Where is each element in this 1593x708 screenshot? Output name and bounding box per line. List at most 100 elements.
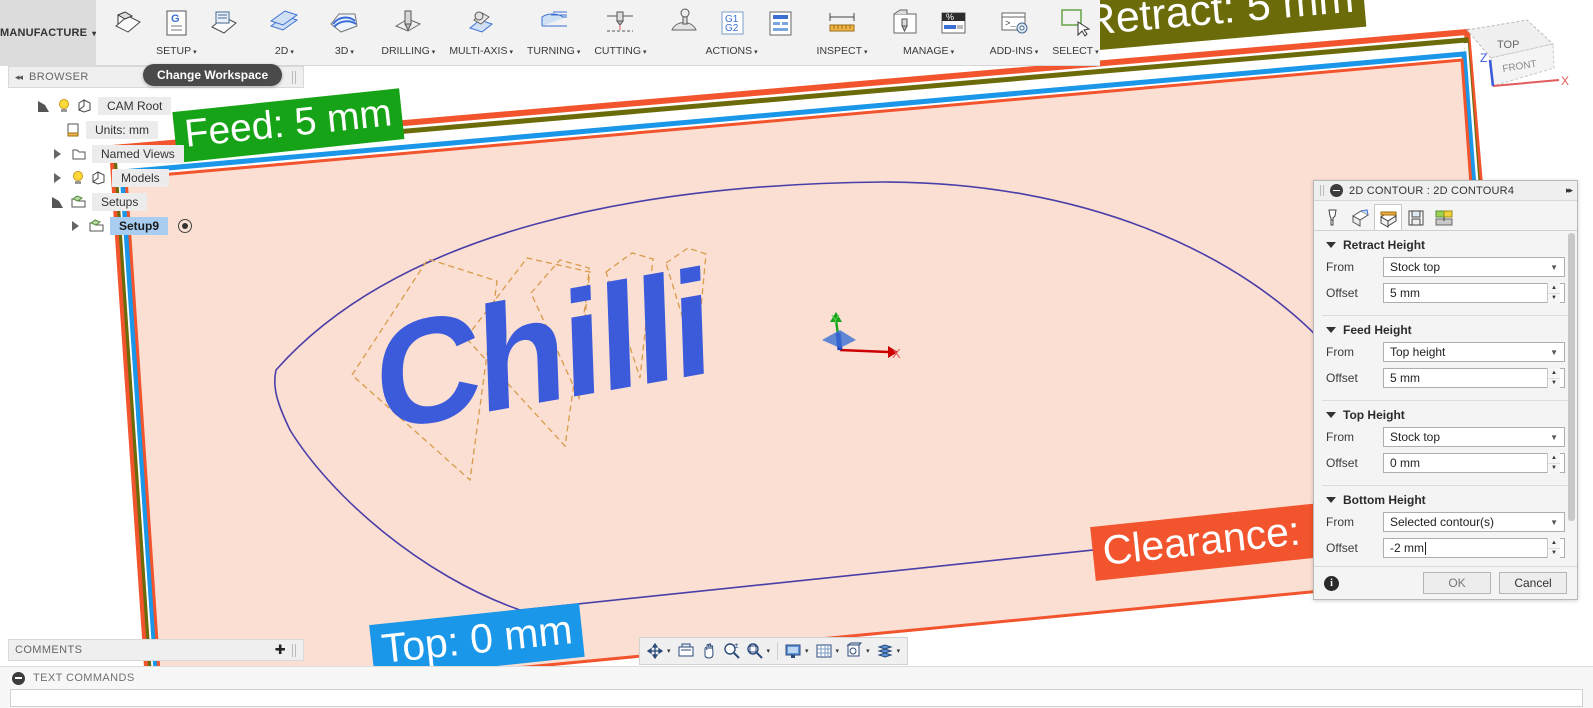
info-icon[interactable]: i (1324, 575, 1339, 591)
tool-library-icon[interactable] (882, 2, 928, 44)
expander-open-icon[interactable] (34, 97, 52, 115)
zoom-window-icon[interactable] (744, 639, 766, 663)
tree-item-setup9[interactable]: Setup9 (12, 214, 304, 238)
ribbon-group-label-3d[interactable]: 3D ▾ (335, 45, 354, 57)
generate-nc-code-icon[interactable]: G (153, 2, 199, 44)
turning-icon[interactable] (531, 2, 577, 44)
chevron-down-icon[interactable]: ▾ (805, 647, 809, 655)
setup-sheet-list-icon[interactable] (757, 2, 803, 44)
ribbon-group-label-turning[interactable]: TURNING ▾ (527, 45, 580, 57)
display-settings-icon[interactable] (782, 639, 804, 663)
tree-item-setups[interactable]: Setups (12, 190, 304, 214)
scripts-addins-icon[interactable]: >_ (991, 2, 1037, 44)
measure-ruler-icon[interactable] (819, 2, 865, 44)
chevron-down-icon[interactable]: ▾ (667, 647, 671, 655)
retract-offset-input[interactable]: 5 mm ▲ ▼ (1383, 283, 1565, 303)
ribbon-group-label-actions[interactable]: ACTIONS ▾ (705, 45, 757, 57)
cancel-button[interactable]: Cancel (1499, 572, 1567, 594)
comments-panel[interactable]: COMMENTS ✚ (8, 639, 304, 661)
workspace-switcher-button[interactable]: MANUFACTURE ▾ (0, 0, 97, 66)
feed-from-select[interactable]: Top height ▼ (1383, 342, 1565, 362)
chevron-down-icon: ▾ (576, 49, 581, 56)
section-header[interactable]: Top Height (1326, 408, 1565, 422)
chevron-down-icon[interactable]: ▾ (767, 647, 771, 655)
machining-time-icon[interactable]: % (930, 2, 976, 44)
post-process-icon[interactable]: G1 G2 (709, 2, 755, 44)
look-at-icon[interactable] (675, 639, 697, 663)
tree-item-named-views[interactable]: Named Views (12, 142, 304, 166)
chevron-down-icon[interactable]: ▾ (866, 647, 870, 655)
chevron-down-icon[interactable]: ▾ (897, 647, 901, 655)
browser-layout-icon[interactable] (874, 639, 896, 663)
dialog-title-bar[interactable]: 2D CONTOUR : 2D CONTOUR4 ▸▸ (1314, 181, 1577, 201)
top-from-select[interactable]: Stock top ▼ (1383, 427, 1565, 447)
linking-tab[interactable] (1430, 204, 1458, 230)
stepper-spinner[interactable]: ▲ ▼ (1547, 368, 1560, 388)
svg-text:X: X (892, 346, 901, 361)
collapse-left-icon[interactable]: ◂◂ (15, 72, 23, 83)
viewports-icon[interactable] (843, 639, 865, 663)
dialog-grip[interactable] (1320, 185, 1324, 196)
active-setup-radio[interactable] (178, 219, 193, 233)
simulate-icon[interactable] (661, 2, 707, 44)
new-setup-icon[interactable] (105, 2, 151, 44)
grid-snaps-icon[interactable] (813, 639, 835, 663)
tree-item-cam-root[interactable]: CAM Root (12, 94, 304, 118)
text-commands-input[interactable] (10, 689, 1583, 707)
tree-item-units[interactable]: Units: mm (12, 118, 304, 142)
geometry-tab[interactable] (1346, 204, 1374, 230)
add-comment-icon[interactable]: ✚ (275, 642, 286, 658)
ribbon-group-label-add-ins[interactable]: ADD-INS ▾ (990, 45, 1039, 57)
expander-open-icon[interactable] (48, 193, 66, 211)
section-header[interactable]: Bottom Height (1326, 493, 1565, 507)
expander-closed-icon[interactable] (48, 169, 66, 187)
ok-button[interactable]: OK (1423, 572, 1491, 594)
bottom-from-select[interactable]: Selected contour(s) ▼ (1383, 512, 1565, 532)
light-bulb-icon[interactable] (70, 170, 86, 186)
bottom-offset-input[interactable]: -2 mm ▲ ▼ (1383, 538, 1565, 558)
pan-hand-icon[interactable] (698, 639, 720, 663)
stepper-spinner[interactable]: ▲ ▼ (1547, 538, 1560, 558)
dialog-collapse-icon[interactable] (1330, 184, 1343, 197)
ribbon-group-label-manage[interactable]: MANAGE ▾ (903, 45, 954, 57)
stepper-spinner[interactable]: ▲ ▼ (1547, 453, 1560, 473)
dialog-expand-icon[interactable]: ▸▸ (1566, 185, 1573, 196)
setup-sheet-icon[interactable] (201, 2, 247, 44)
view-cube[interactable]: TOP FRONT X Z (1441, 8, 1581, 113)
zoom-icon[interactable]: ± (721, 639, 743, 663)
tree-item-models[interactable]: Models (12, 166, 304, 190)
drilling-icon[interactable] (385, 2, 431, 44)
ribbon-group-label-drilling[interactable]: DRILLING ▾ (381, 45, 435, 57)
feed-offset-input[interactable]: 5 mm ▲ ▼ (1383, 368, 1565, 388)
panel-grip[interactable] (292, 643, 297, 657)
dialog-scrollbar[interactable] (1568, 231, 1575, 566)
tool-tab[interactable] (1318, 204, 1346, 230)
select-cursor-icon[interactable] (1052, 2, 1098, 44)
orbit-icon[interactable] (644, 639, 666, 663)
ribbon-group-3d: 3D ▾ (316, 0, 372, 66)
top-offset-input[interactable]: 0 mm ▲ ▼ (1383, 453, 1565, 473)
text-commands-header[interactable]: TEXT COMMANDS (0, 667, 1593, 689)
heights-tab[interactable] (1374, 204, 1402, 230)
2d-toolpath-icon[interactable] (261, 2, 307, 44)
ribbon-group-label-setup[interactable]: SETUP ▾ (156, 45, 197, 57)
multi-axis-icon[interactable] (458, 2, 504, 44)
3d-toolpath-icon[interactable] (321, 2, 367, 44)
ribbon-group-label-select[interactable]: SELECT ▾ (1052, 45, 1098, 57)
ribbon-group-label-inspect[interactable]: INSPECT ▾ (817, 45, 868, 57)
panel-grip[interactable] (292, 70, 297, 84)
section-header[interactable]: Retract Height (1326, 238, 1565, 252)
ribbon-group-label-multi-axis[interactable]: MULTI-AXIS ▾ (449, 45, 513, 57)
expander-closed-icon[interactable] (48, 145, 66, 163)
ribbon-group-label-2d[interactable]: 2D ▾ (275, 45, 294, 57)
cutting-icon[interactable] (597, 2, 643, 44)
chevron-down-icon[interactable]: ▾ (836, 647, 840, 655)
passes-tab[interactable] (1402, 204, 1430, 230)
light-bulb-icon[interactable] (56, 98, 72, 114)
expander-closed-icon[interactable] (66, 217, 84, 235)
stepper-spinner[interactable]: ▲ ▼ (1547, 283, 1560, 303)
section-header[interactable]: Feed Height (1326, 323, 1565, 337)
ribbon-group-label-cutting[interactable]: CUTTING ▾ (594, 45, 646, 57)
collapse-minus-icon[interactable] (12, 671, 25, 685)
retract-from-select[interactable]: Stock top ▼ (1383, 257, 1565, 277)
